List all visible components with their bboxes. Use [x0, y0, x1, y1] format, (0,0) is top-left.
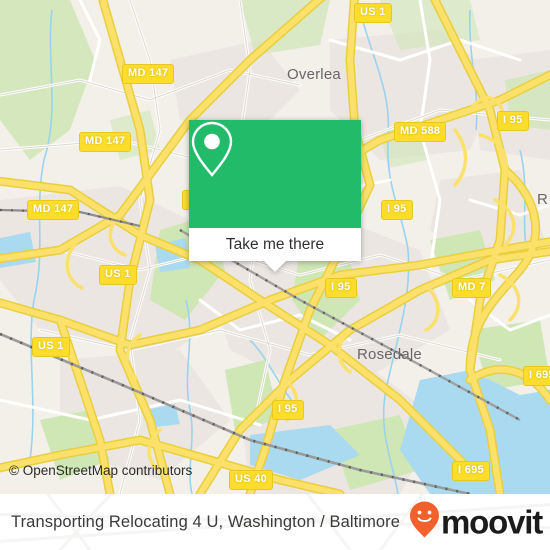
take-me-there-label: Take me there — [225, 235, 325, 253]
road-shield: US 1 — [354, 3, 392, 23]
road-shield: I 95 — [381, 200, 413, 220]
road-shield: I 95 — [325, 278, 357, 298]
moovit-logo[interactable]: moovit — [409, 501, 543, 544]
osm-attribution[interactable]: © OpenStreetMap contributors — [9, 463, 192, 478]
road-shield: MD 7 — [452, 278, 492, 298]
moovit-map-screenshot: US 1MD 147MD 588I 95MD 147MD 147MD 147I … — [0, 0, 550, 550]
moovit-pin-icon — [409, 501, 440, 544]
place-label: R — [537, 191, 549, 208]
road-shield: US 40 — [229, 470, 274, 490]
road-shield: MD 147 — [27, 200, 80, 220]
popup-pointer — [264, 261, 286, 272]
road-shield: MD 147 — [79, 132, 132, 152]
road-shield: MD 147 — [122, 64, 175, 84]
road-shield: US 1 — [99, 265, 137, 285]
caption-bar: Transporting Relocating 4 U, Washington … — [0, 494, 550, 550]
road-shield: I 695 — [523, 366, 550, 386]
popup-image-area — [189, 120, 361, 228]
map-canvas[interactable]: US 1MD 147MD 588I 95MD 147MD 147MD 147I … — [0, 0, 550, 494]
road-shield: I 95 — [272, 400, 304, 420]
take-me-there-button[interactable]: Take me there — [189, 228, 361, 261]
road-shield: I 695 — [452, 461, 490, 481]
road-shield: I 95 — [497, 111, 529, 131]
moovit-wordmark: moovit — [441, 503, 543, 541]
place-label: Overlea — [287, 66, 341, 83]
road-shield: US 1 — [32, 337, 70, 357]
road-shield: MD 588 — [394, 122, 447, 142]
listing-title: Transporting Relocating 4 U, Washington … — [11, 512, 401, 531]
place-label: Rosedale — [357, 346, 422, 363]
destination-popup-card[interactable]: Take me there — [189, 120, 361, 272]
